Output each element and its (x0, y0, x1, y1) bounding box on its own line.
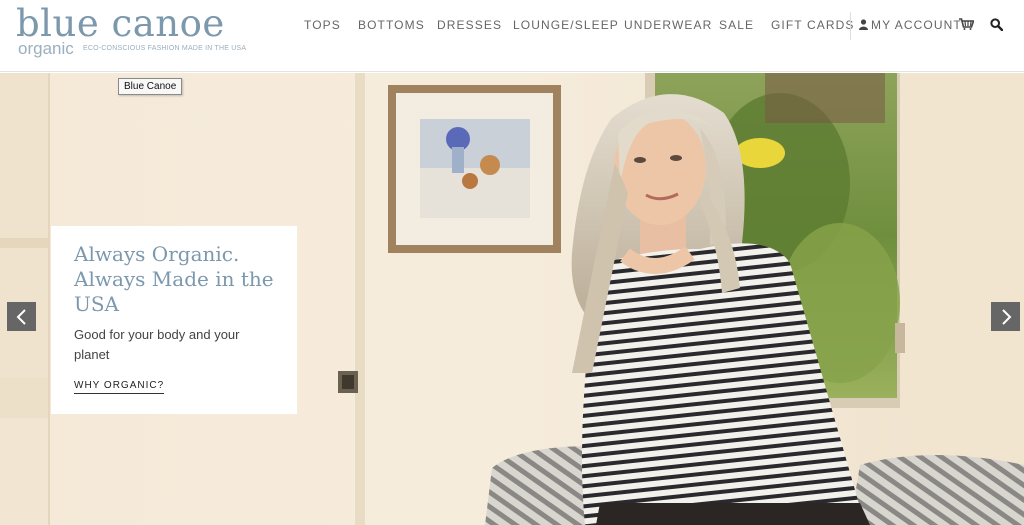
cart-icon[interactable] (959, 17, 975, 35)
chevron-right-icon (1001, 308, 1011, 325)
nav-item-gift-cards[interactable]: GIFT CARDS (771, 18, 854, 32)
search-icon[interactable] (990, 18, 1004, 36)
promo-card: Always Organic. Always Made in the USA G… (51, 226, 297, 414)
nav-item-lounge-sleep[interactable]: LOUNGE/SLEEP (513, 18, 619, 32)
hero-banner: Always Organic. Always Made in the USA G… (0, 73, 1024, 525)
logo-tooltip: Blue Canoe (118, 78, 183, 95)
carousel-next-button[interactable] (991, 302, 1020, 331)
logo-tagline: ECO-CONSCIOUS FASHION MADE IN THE USA (83, 45, 247, 52)
promo-subtitle: Good for your body and your planet (74, 327, 240, 362)
nav-item-sale[interactable]: SALE (719, 18, 754, 32)
why-organic-link[interactable]: WHY ORGANIC? (74, 380, 165, 394)
nav-item-underwear[interactable]: UNDERWEAR (624, 18, 712, 32)
carousel-prev-button[interactable] (7, 302, 36, 331)
my-account-label: MY ACCOUNT (871, 18, 962, 32)
my-account-link[interactable]: MY ACCOUNT (859, 18, 962, 32)
nav-item-tops[interactable]: TOPS (304, 18, 341, 32)
user-icon (859, 19, 868, 30)
nav-item-dresses[interactable]: DRESSES (437, 18, 502, 32)
logo-wordmark: blue canoe (16, 2, 225, 45)
logo-organic: organic (18, 39, 74, 58)
nav-divider (850, 12, 851, 40)
site-header: blue canoe organic ECO-CONSCIOUS FASHION… (0, 0, 1024, 72)
nav-item-bottoms[interactable]: BOTTOMS (358, 18, 425, 32)
chevron-left-icon (16, 308, 26, 325)
site-logo[interactable]: blue canoe organic ECO-CONSCIOUS FASHION… (16, 2, 246, 64)
promo-title: Always Organic. Always Made in the USA (74, 242, 274, 316)
